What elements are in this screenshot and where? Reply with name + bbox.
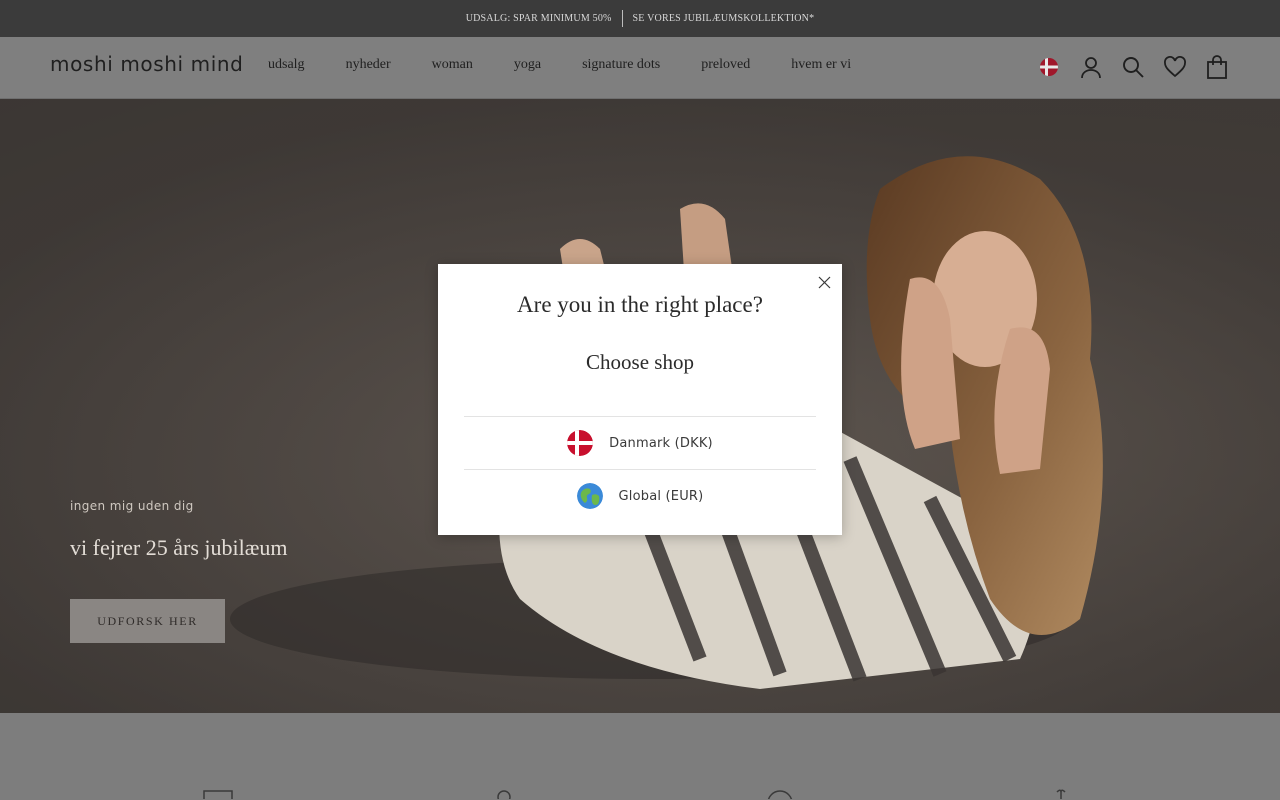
gift-icon xyxy=(1056,789,1066,799)
shop-option-denmark[interactable]: Danmark (DKK) xyxy=(464,416,816,469)
nav-item-udsalg[interactable]: udsalg xyxy=(268,57,305,73)
modal-subtitle: Choose shop xyxy=(586,350,694,374)
account-icon[interactable] xyxy=(1078,53,1104,81)
hero-cta-button[interactable]: UDFORSK HER xyxy=(70,599,225,643)
usp-section xyxy=(0,713,1280,800)
shop-option-global[interactable]: Global (EUR) xyxy=(464,469,816,522)
nav-item-hvem-er-vi[interactable]: hvem er vi xyxy=(791,57,851,73)
close-icon[interactable] xyxy=(816,274,832,290)
site-logo[interactable]: moshi moshi mind xyxy=(50,52,243,76)
wishlist-heart-icon[interactable] xyxy=(1162,53,1188,81)
nav-item-nyheder[interactable]: nyheder xyxy=(346,57,391,73)
announcement-sale-link[interactable]: UDSALG: SPAR MINIMUM 50% xyxy=(466,13,612,24)
hero-subtitle: ingen mig uden dig xyxy=(70,499,194,513)
shipping-icon xyxy=(203,790,233,799)
announcement-divider xyxy=(621,10,623,27)
header-icons xyxy=(1036,53,1230,81)
announcement-bar: UDSALG: SPAR MINIMUM 50% SE VORES JUBILÆ… xyxy=(0,0,1280,37)
modal-title: Are you in the right place? xyxy=(517,292,763,317)
denmark-flag-icon[interactable] xyxy=(1036,53,1062,81)
return-icon xyxy=(767,790,793,799)
announcement-collection-link[interactable]: SE VORES JUBILÆUMSKOLLEKTION* xyxy=(633,13,815,24)
shop-option-label: Global (EUR) xyxy=(618,488,704,504)
nav-item-signature-dots[interactable]: signature dots xyxy=(582,57,660,73)
main-nav: udsalg nyheder woman yoga signature dots… xyxy=(268,57,892,73)
hero-title: vi fejrer 25 års jubilæum xyxy=(70,535,288,560)
cart-bag-icon[interactable] xyxy=(1204,53,1230,81)
nav-item-yoga[interactable]: yoga xyxy=(514,57,541,73)
nav-item-preloved[interactable]: preloved xyxy=(701,57,750,73)
denmark-flag-icon xyxy=(567,430,594,456)
location-icon xyxy=(497,790,511,799)
search-icon[interactable] xyxy=(1120,53,1146,81)
nav-item-woman[interactable]: woman xyxy=(432,57,473,73)
globe-icon xyxy=(576,483,603,509)
shop-selector-modal: Are you in the right place? Choose shop … xyxy=(438,264,842,535)
site-header: moshi moshi mind udsalg nyheder woman yo… xyxy=(0,37,1280,99)
shop-option-label: Danmark (DKK) xyxy=(609,435,713,451)
